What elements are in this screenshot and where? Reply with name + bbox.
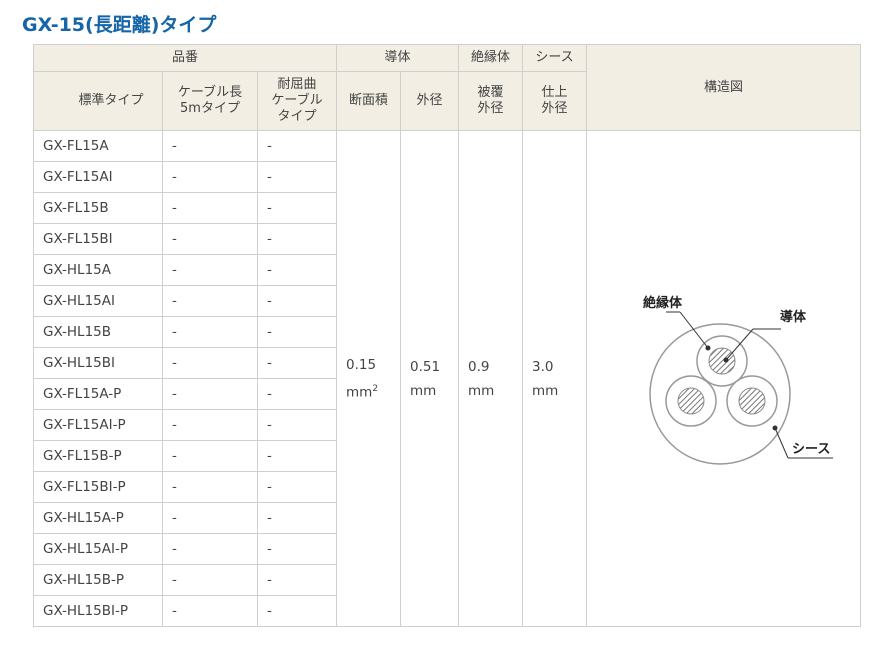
cable5m-cell: - bbox=[162, 471, 258, 503]
flex-cell: - bbox=[257, 595, 337, 627]
flex-cell: - bbox=[257, 440, 337, 472]
cable5m-cell: - bbox=[162, 378, 258, 410]
model-cell: GX-FL15B-P bbox=[33, 440, 163, 472]
flex-cell: - bbox=[257, 254, 337, 286]
model-cell: GX-FL15BI-P bbox=[33, 471, 163, 503]
header-cross-section: 断面積 bbox=[336, 71, 401, 131]
cable5m-cell: - bbox=[162, 254, 258, 286]
conductor-od-value: 0.51 mm bbox=[399, 130, 460, 627]
header-sheath: シース bbox=[522, 44, 588, 72]
cable-cross-section-diagram: 絶縁体 導体 シース bbox=[642, 295, 834, 465]
sheath-od-value: 3.0 mm bbox=[522, 130, 588, 627]
model-cell: GX-HL15A-P bbox=[33, 502, 163, 534]
header-conductor: 導体 bbox=[335, 44, 460, 72]
model-cell: GX-HL15BI-P bbox=[33, 595, 163, 627]
conductor-right bbox=[738, 387, 766, 414]
header-standard-type: 標準タイプ bbox=[33, 71, 163, 131]
model-cell: GX-FL15A bbox=[33, 130, 163, 162]
model-cell: GX-FL15AI bbox=[33, 161, 163, 193]
cable5m-cell: - bbox=[162, 502, 258, 534]
flex-cell: - bbox=[257, 161, 337, 193]
flex-cell: - bbox=[257, 347, 337, 379]
label-insulator: 絶縁体 bbox=[642, 295, 683, 311]
cable5m-cell: - bbox=[162, 285, 258, 317]
model-cell: GX-HL15AI-P bbox=[33, 533, 163, 565]
model-cell: GX-HL15A bbox=[33, 254, 163, 286]
spec-table: 品番 導体 絶縁体 シース 構造図 標準タイプ ケーブル長 5mタイプ 耐屈曲 … bbox=[33, 44, 862, 627]
cable5m-cell: - bbox=[162, 130, 258, 162]
flex-cell: - bbox=[257, 564, 337, 596]
conductor-top bbox=[708, 347, 736, 374]
cable5m-cell: - bbox=[162, 440, 258, 472]
cable5m-cell: - bbox=[162, 347, 258, 379]
cross-section-value: 0.15 mm2 bbox=[336, 130, 401, 627]
header-flex-type: 耐屈曲 ケーブル タイプ bbox=[257, 71, 337, 131]
cable5m-cell: - bbox=[162, 316, 258, 348]
model-cell: GX-FL15B bbox=[33, 192, 163, 224]
cable5m-cell: - bbox=[162, 409, 258, 441]
table-row: GX-FL15A - - 0.15 mm2 0.51 mm 0.9 mm 3.0 mm bbox=[33, 130, 862, 627]
flex-cell: - bbox=[257, 285, 337, 317]
flex-cell: - bbox=[257, 471, 337, 503]
model-cell: GX-FL15A-P bbox=[33, 378, 163, 410]
header-cable5m-type: ケーブル長 5mタイプ bbox=[162, 71, 258, 131]
cable5m-cell: - bbox=[162, 161, 258, 193]
header-insulator: 絶縁体 bbox=[458, 44, 524, 72]
flex-cell: - bbox=[257, 378, 337, 410]
model-cell: GX-HL15B bbox=[33, 316, 163, 348]
model-cell: GX-HL15BI bbox=[33, 347, 163, 379]
model-cell: GX-FL15AI-P bbox=[33, 409, 163, 441]
cable5m-cell: - bbox=[162, 533, 258, 565]
label-sheath: シース bbox=[792, 442, 830, 457]
conductor-left bbox=[677, 387, 705, 414]
cable5m-cell: - bbox=[162, 223, 258, 255]
header-structure: 構造図 bbox=[586, 44, 862, 131]
header-sheath-od: 仕上 外径 bbox=[522, 71, 588, 131]
header-part-number: 品番 bbox=[33, 44, 337, 72]
cable5m-cell: - bbox=[162, 595, 258, 627]
flex-cell: - bbox=[257, 223, 337, 255]
flex-cell: - bbox=[257, 192, 337, 224]
model-cell: GX-FL15BI bbox=[33, 223, 163, 255]
header-insulator-od: 被覆 外径 bbox=[458, 71, 524, 131]
flex-cell: - bbox=[257, 130, 337, 162]
page-title: GX-15(長距離)タイプ bbox=[22, 14, 217, 36]
cable5m-cell: - bbox=[162, 564, 258, 596]
flex-cell: - bbox=[257, 502, 337, 534]
flex-cell: - bbox=[257, 409, 337, 441]
model-cell: GX-HL15AI bbox=[33, 285, 163, 317]
model-cell: GX-HL15B-P bbox=[33, 564, 163, 596]
insulator-od-value: 0.9 mm bbox=[458, 130, 524, 627]
cable5m-cell: - bbox=[162, 192, 258, 224]
flex-cell: - bbox=[257, 533, 337, 565]
structure-diagram-cell: 絶縁体 導体 シース bbox=[586, 130, 862, 627]
label-conductor: 導体 bbox=[780, 309, 807, 325]
header-conductor-od: 外径 bbox=[399, 71, 460, 131]
flex-cell: - bbox=[257, 316, 337, 348]
